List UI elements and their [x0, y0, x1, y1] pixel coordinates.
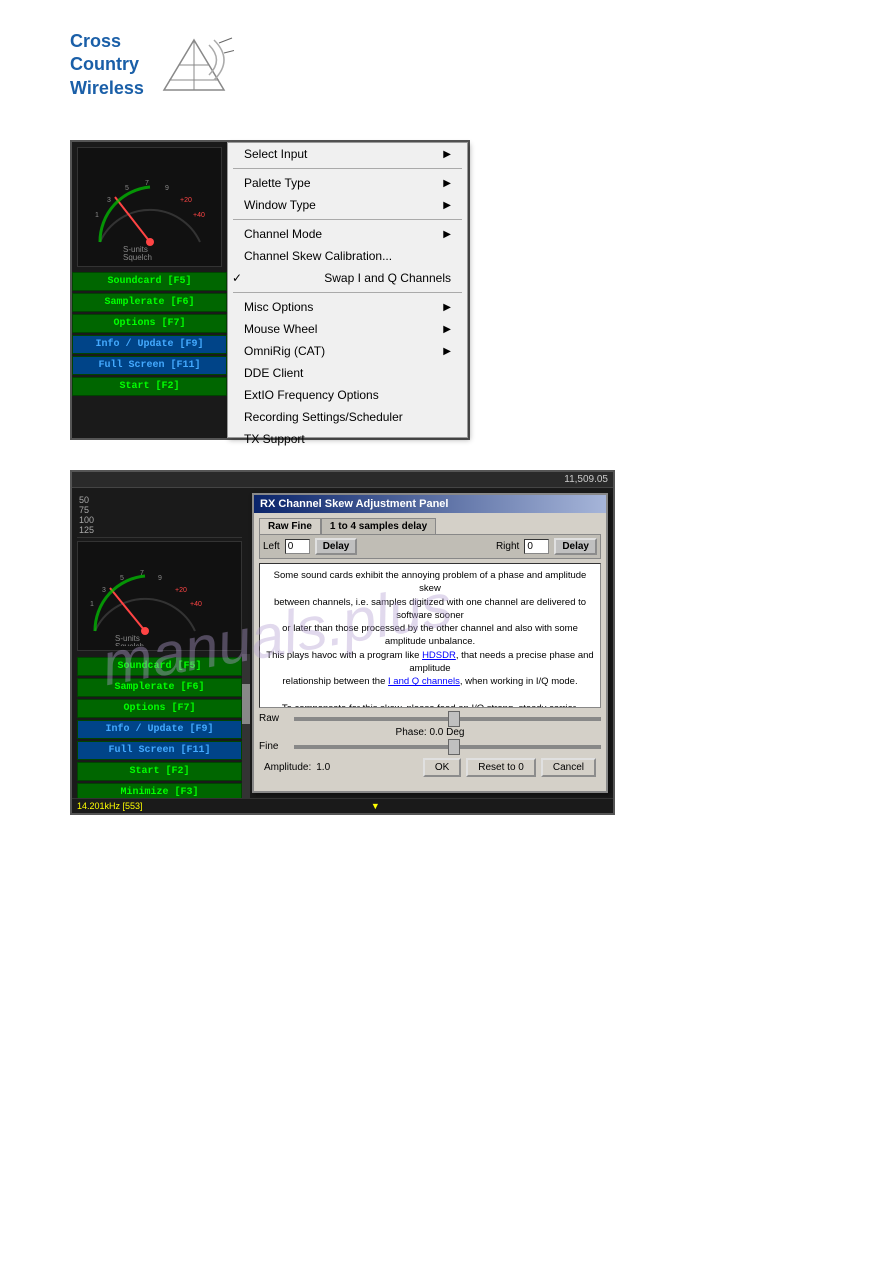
ok-button[interactable]: OK	[423, 758, 461, 777]
svg-text:+20: +20	[175, 587, 187, 594]
menu-dde-client[interactable]: DDE Client	[228, 362, 467, 384]
left-value-input[interactable]	[285, 539, 310, 554]
fine-label: Fine	[259, 741, 289, 752]
menu-recording[interactable]: Recording Settings/Scheduler	[228, 406, 467, 428]
btn-options-1[interactable]: Options [F7]	[72, 314, 227, 333]
svg-text:Squelch: Squelch	[115, 642, 144, 646]
raw-slider-row: Raw	[259, 713, 601, 724]
cancel-button[interactable]: Cancel	[541, 758, 596, 777]
context-menu: Select Input Palette Type Window Type Ch…	[227, 142, 468, 438]
btn-start-2[interactable]: Start [F2]	[77, 762, 242, 781]
smeter-svg-1: 1 3 5 7 9 +20 +40 S-units Squelch	[85, 152, 215, 262]
right-value-input[interactable]	[524, 539, 549, 554]
fine-slider-row: Fine	[259, 741, 601, 752]
menu-channel-mode[interactable]: Channel Mode	[228, 223, 467, 245]
fine-slider-track[interactable]	[294, 745, 601, 749]
btn-start-1[interactable]: Start [F2]	[72, 377, 227, 396]
phase-label: Phase: 0.0 Deg	[259, 727, 601, 738]
btn-soundcard-2[interactable]: Soundcard [F5]	[77, 657, 242, 676]
svg-text:+40: +40	[190, 601, 202, 608]
left-panel-1: 1 3 5 7 9 +20 +40 S-units Squelch Soundc…	[72, 142, 227, 438]
left-panel-2: 5075100125 1 3 5 7 9 +20 +40 S-units Squ…	[72, 488, 247, 798]
raw-slider-track[interactable]	[294, 717, 601, 721]
menu-sep-3	[233, 292, 462, 293]
screenshot2: 11,509.05 5075100125 1 3 5 7 9 +20 +40	[70, 470, 615, 815]
menu-sep-2	[233, 219, 462, 220]
dialog-title: RX Channel Skew Adjustment Panel	[260, 498, 448, 510]
left-delay-btn[interactable]: Delay	[315, 538, 358, 555]
status-bar-top: 11,509.05	[72, 472, 613, 488]
logo-text: Cross Country Wireless	[70, 30, 144, 100]
btn-minimize-2[interactable]: Minimize [F3]	[77, 783, 242, 798]
svg-text:1: 1	[95, 212, 99, 219]
freq-scale: 5075100125	[77, 493, 242, 538]
tab-row: Raw Fine 1 to 4 samples delay	[259, 518, 601, 534]
btn-samplerate-1[interactable]: Samplerate [F6]	[72, 293, 227, 312]
menu-palette-type[interactable]: Palette Type	[228, 172, 467, 194]
svg-text:Squelch: Squelch	[123, 253, 152, 262]
svg-text:3: 3	[102, 587, 106, 594]
freq-bar-indicator: ▼	[371, 801, 380, 811]
left-label: Left	[263, 541, 280, 552]
reset-button[interactable]: Reset to 0	[466, 758, 536, 777]
btn-info-1[interactable]: Info / Update [F9]	[72, 335, 227, 354]
menu-mouse-wheel[interactable]: Mouse Wheel	[228, 318, 467, 340]
btn-info-2[interactable]: Info / Update [F9]	[77, 720, 242, 739]
svg-text:+20: +20	[180, 197, 192, 204]
btn-fullscreen-2[interactable]: Full Screen [F11]	[77, 741, 242, 760]
svg-text:1: 1	[90, 601, 94, 608]
amplitude-label: Amplitude:	[264, 762, 311, 773]
dialog-titlebar: RX Channel Skew Adjustment Panel	[254, 495, 606, 513]
menu-sep-1	[233, 168, 462, 169]
menu-misc-options[interactable]: Misc Options	[228, 296, 467, 318]
svg-text:9: 9	[165, 185, 169, 192]
dialog-content: Raw Fine 1 to 4 samples delay Left Delay…	[254, 513, 606, 791]
menu-channel-skew[interactable]: Channel Skew Calibration...	[228, 245, 467, 267]
logo-icon	[154, 35, 234, 95]
btn-options-2[interactable]: Options [F7]	[77, 699, 242, 718]
menu-window-type[interactable]: Window Type	[228, 194, 467, 216]
smeter-svg-2: 1 3 5 7 9 +20 +40 S-units Squelch	[80, 546, 240, 646]
amplitude-value: 1.0	[316, 762, 330, 773]
tab-1to4[interactable]: 1 to 4 samples delay	[321, 518, 436, 534]
btn-samplerate-2[interactable]: Samplerate [F6]	[77, 678, 242, 697]
dialog-panel: RX Channel Skew Adjustment Panel Raw Fin…	[252, 493, 608, 793]
svg-text:3: 3	[107, 197, 111, 204]
description-box: Some sound cards exhibit the annoying pr…	[259, 563, 601, 708]
raw-label: Raw	[259, 713, 289, 724]
logo-area: Cross Country Wireless	[70, 30, 234, 100]
bottom-controls: Amplitude: 1.0 OK Reset to 0 Cancel	[259, 755, 601, 780]
left-panel-2-buttons: Soundcard [F5] Samplerate [F6] Options […	[77, 657, 242, 798]
svg-text:+40: +40	[193, 212, 205, 219]
right-label: Right	[496, 541, 519, 552]
delay-controls-row: Left Delay Right Delay	[259, 534, 601, 559]
screenshot1: 1 3 5 7 9 +20 +40 S-units Squelch Soundc…	[70, 140, 470, 440]
btn-soundcard-1[interactable]: Soundcard [F5]	[72, 272, 227, 291]
right-delay-btn[interactable]: Delay	[554, 538, 597, 555]
menu-omnirig[interactable]: OmniRig (CAT)	[228, 340, 467, 362]
menu-select-input[interactable]: Select Input	[228, 143, 467, 165]
freq-bar-left: 14.201kHz [553]	[77, 801, 143, 811]
tab-raw-fine[interactable]: Raw Fine	[259, 518, 321, 534]
svg-text:5: 5	[125, 185, 129, 192]
svg-text:9: 9	[158, 575, 162, 582]
menu-tx-support[interactable]: TX Support	[228, 428, 467, 450]
menu-swap-iq[interactable]: Swap I and Q Channels	[228, 267, 467, 289]
smeter-area-1: 1 3 5 7 9 +20 +40 S-units Squelch	[77, 147, 222, 267]
freq-bar: 14.201kHz [553] ▼	[72, 798, 613, 813]
smeter-area-2: 1 3 5 7 9 +20 +40 S-units Squelch	[77, 541, 242, 651]
menu-extio[interactable]: ExtIO Frequency Options	[228, 384, 467, 406]
btn-fullscreen-1[interactable]: Full Screen [F11]	[72, 356, 227, 375]
